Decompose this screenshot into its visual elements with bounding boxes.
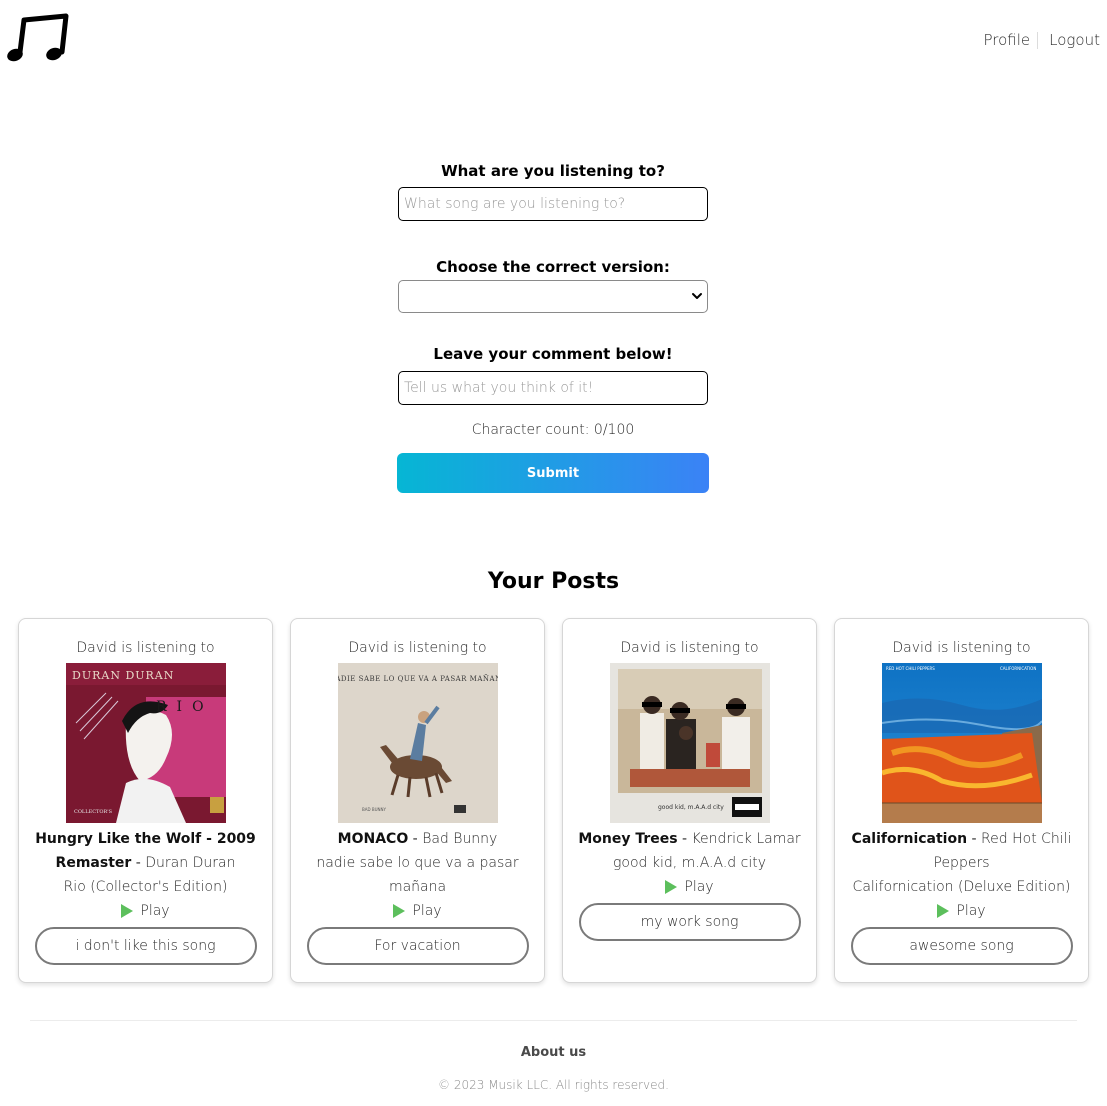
song-artist: Bad Bunny xyxy=(422,831,498,847)
post-user-text: David is listening to xyxy=(620,640,759,656)
copyright-text: © 2023 Musik LLC. All rights reserved. xyxy=(438,1078,669,1092)
music-notes-icon[interactable] xyxy=(6,12,70,66)
comment-label: Leave your comment below! xyxy=(433,345,673,363)
song-artist: Kendrick Lamar xyxy=(691,831,801,847)
cover-text: NADIE SABE LO QUE VA A PASAR MAÑANA xyxy=(338,674,498,683)
play-icon xyxy=(121,904,134,918)
posts-heading: Your Posts xyxy=(487,569,620,594)
song-album: good kid, m.A.A.d city xyxy=(612,855,766,871)
comment-input[interactable] xyxy=(398,371,708,405)
song-info: Californication - Red Hot Chili Peppers xyxy=(835,827,1088,875)
posts-list: David is listening to DURAN DURAN RIO CO… xyxy=(18,618,1089,983)
play-label: Play xyxy=(140,903,170,919)
album-cover-good-kid-maad-city: good kid, m.A.A.d city xyxy=(609,663,770,823)
svg-text:RIO: RIO xyxy=(156,699,214,715)
post-user-text: David is listening to xyxy=(76,640,215,656)
album-cover-rio: DURAN DURAN RIO COLLECTOR'S xyxy=(65,663,226,823)
play-label: Play xyxy=(684,879,714,895)
version-select[interactable] xyxy=(398,280,708,313)
post-comment: awesome song xyxy=(850,927,1073,965)
song-album: Californication (Deluxe Edition) xyxy=(852,879,1071,895)
play-icon xyxy=(937,904,950,918)
song-artist-separator: - xyxy=(682,831,692,847)
post-card: David is listening to NADIE SABE LO QUE … xyxy=(290,618,545,983)
song-label: What are you listening to? xyxy=(441,162,665,180)
svg-text:COLLECTOR'S: COLLECTOR'S xyxy=(74,809,113,815)
song-artist-separator: - xyxy=(412,831,423,847)
post-card: David is listening to RED HOT CHILI PEPP… xyxy=(834,618,1089,983)
top-nav: Profile Logout xyxy=(984,30,1100,50)
song-info: Hungry Like the Wolf - 2009 Remaster - D… xyxy=(19,827,272,875)
play-button[interactable]: Play xyxy=(563,875,816,899)
song-title[interactable]: Californication xyxy=(852,831,968,847)
song-info: MONACO - Bad Bunny xyxy=(291,827,544,851)
album-cover-nadie-sabe: NADIE SABE LO QUE VA A PASAR MAÑANA BAD … xyxy=(337,663,498,823)
svg-text:CALIFORNICATION: CALIFORNICATION xyxy=(1000,666,1036,671)
play-icon xyxy=(665,880,678,894)
post-comment: my work song xyxy=(578,903,801,941)
chevron-down-icon xyxy=(692,293,702,299)
song-album: nadie sabe lo que va a pasar mañana xyxy=(316,855,519,895)
post-user-text: David is listening to xyxy=(348,640,487,656)
svg-text:good kid, m.A.A.d city: good kid, m.A.A.d city xyxy=(658,804,724,811)
post-comment: i don't like this song xyxy=(34,927,257,965)
svg-text:DURAN DURAN: DURAN DURAN xyxy=(72,669,174,682)
play-button[interactable]: Play xyxy=(835,899,1088,923)
song-album: Rio (Collector's Edition) xyxy=(63,879,228,895)
about-us-link[interactable]: About us xyxy=(0,1044,1107,1062)
submit-button[interactable]: Submit xyxy=(397,453,709,493)
post-form: What are you listening to? Choose the co… xyxy=(397,159,709,493)
post-card: David is listening to DURAN DURAN RIO CO… xyxy=(18,618,273,983)
logout-link[interactable]: Logout xyxy=(1049,30,1100,50)
song-title[interactable]: Money Trees xyxy=(578,831,677,847)
post-user-text: David is listening to xyxy=(892,640,1031,656)
play-button[interactable]: Play xyxy=(291,899,544,923)
song-artist: Duran Duran xyxy=(145,855,236,871)
play-label: Play xyxy=(412,903,442,919)
song-artist-separator: - xyxy=(135,855,146,871)
footer-divider xyxy=(30,1020,1077,1021)
svg-text:RED HOT CHILI PEPPERS: RED HOT CHILI PEPPERS xyxy=(886,666,935,671)
post-comment: For vacation xyxy=(306,927,529,965)
song-title[interactable]: MONACO xyxy=(338,831,409,847)
character-count: Character count: 0/100 xyxy=(471,422,635,438)
song-info: Money Trees - Kendrick Lamar xyxy=(563,827,816,851)
svg-text:BAD BUNNY: BAD BUNNY xyxy=(362,807,386,812)
profile-link[interactable]: Profile xyxy=(984,30,1031,50)
song-artist-separator: - xyxy=(971,831,982,847)
play-icon xyxy=(393,904,406,918)
nav-divider xyxy=(1037,31,1039,49)
play-label: Play xyxy=(956,903,986,919)
play-button[interactable]: Play xyxy=(19,899,272,923)
version-label: Choose the correct version: xyxy=(436,258,670,276)
song-search-input[interactable] xyxy=(398,187,708,221)
post-card: David is listening to good kid, m.A.A.d … xyxy=(562,618,817,983)
album-cover-californication: RED HOT CHILI PEPPERS CALIFORNICATION xyxy=(881,663,1042,823)
